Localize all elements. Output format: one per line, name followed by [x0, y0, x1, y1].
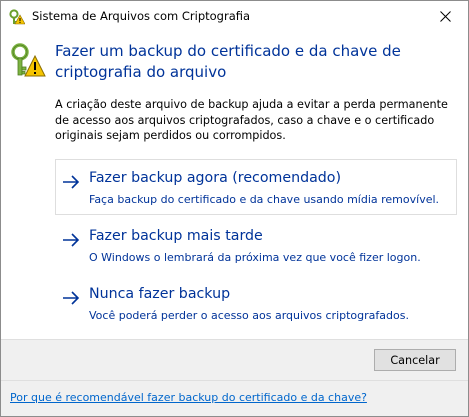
key-warning-icon [10, 42, 46, 78]
backup-later-subtitle: O Windows o lembrará da próxima vez que … [89, 251, 421, 264]
arrow-right-icon [62, 174, 80, 189]
close-button[interactable] [422, 1, 468, 32]
arrow-right-icon [62, 290, 80, 305]
never-backup-title: Nunca fazer backup [89, 286, 231, 302]
never-backup-option[interactable]: Nunca fazer backup Você poderá perder o … [55, 275, 457, 331]
arrow-right-icon [62, 232, 80, 247]
never-backup-subtitle: Você poderá perder o acesso aos arquivos… [89, 309, 409, 322]
footer: Por que é recomendável fazer backup do c… [1, 380, 468, 416]
backup-later-title: Fazer backup mais tarde [89, 228, 263, 244]
key-warning-icon [9, 9, 26, 25]
cancel-button[interactable]: Cancelar [374, 349, 456, 371]
button-area: Cancelar [1, 339, 468, 380]
backup-now-subtitle: Faça backup do certificado e da chave us… [89, 193, 440, 206]
help-link[interactable]: Por que é recomendável fazer backup do c… [10, 391, 367, 404]
backup-later-option[interactable]: Fazer backup mais tarde O Windows o lemb… [55, 217, 457, 273]
backup-now-option[interactable]: Fazer backup agora (recomendado) Faça ba… [55, 159, 457, 215]
dialog-window: Sistema de Arquivos com Criptografia Faz… [0, 0, 469, 417]
description-text: A criação deste arquivo de backup ajuda … [55, 98, 448, 142]
backup-now-title: Fazer backup agora (recomendado) [89, 170, 341, 186]
title-bar[interactable]: Sistema de Arquivos com Criptografia [1, 1, 468, 32]
main-instruction: Fazer um backup do certificado e da chav… [55, 42, 401, 81]
window-title: Sistema de Arquivos com Criptografia [32, 9, 251, 23]
close-icon [439, 7, 451, 26]
